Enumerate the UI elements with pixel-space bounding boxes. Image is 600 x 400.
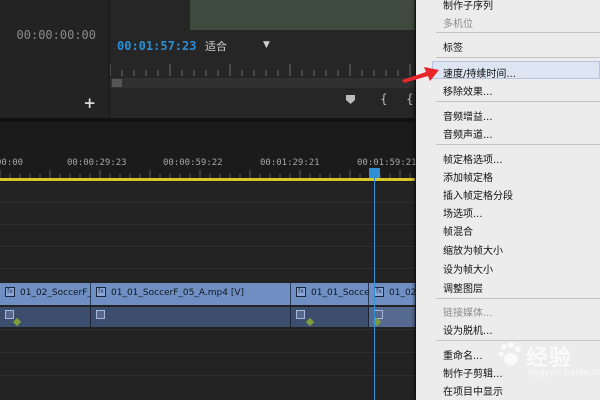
program-video-frame — [190, 0, 415, 30]
program-mini-ruler[interactable] — [110, 64, 415, 76]
add-button[interactable]: + — [83, 94, 96, 112]
menu-item-make-subsequence[interactable]: 制作子序列 — [443, 0, 493, 12]
menu-item-remove-effects[interactable]: 移除效果... — [443, 83, 493, 98]
program-monitor-panel: 00:01:57:23 适合 ▼ { { — [110, 0, 415, 118]
fit-dropdown[interactable]: 适合 ▼ — [205, 38, 273, 54]
keyframe-marker[interactable] — [305, 317, 315, 327]
video-clip[interactable]: fx 01_02_SoccerF_0 — [0, 283, 98, 305]
fx-icon — [5, 310, 14, 319]
clip-label: 01_01_Socce — [311, 288, 370, 298]
menu-item-link-media[interactable]: 链接媒体... — [443, 304, 493, 319]
audio-clip[interactable] — [91, 307, 291, 327]
keyframe-marker[interactable] — [12, 317, 22, 327]
menu-item-adjustment-layer[interactable]: 调整图层 — [443, 280, 483, 295]
menu-separator — [436, 57, 600, 58]
track-divider — [0, 352, 415, 353]
program-zoom-scrollbar[interactable] — [110, 78, 415, 88]
menu-item-audio-gain[interactable]: 音频增益... — [443, 108, 493, 123]
menu-item-rename[interactable]: 重命名... — [443, 347, 483, 362]
menu-item-label[interactable]: 标签 — [443, 39, 463, 54]
audio-clip[interactable] — [0, 307, 91, 327]
mark-out-button[interactable]: { — [406, 92, 414, 106]
track-divider — [0, 202, 415, 203]
video-clip[interactable]: fx 01_01_SoccerF_05_A.mp4 [V] — [91, 283, 291, 305]
menu-item-scale-to-frame-size[interactable]: 缩放为帧大小 — [443, 242, 503, 257]
track-divider — [0, 268, 415, 269]
work-area-bar[interactable] — [0, 178, 415, 181]
watermark-subtext: jingyan.baidu.com — [528, 368, 600, 378]
audio-clip[interactable] — [369, 307, 416, 327]
red-arrow-icon — [402, 67, 439, 83]
clip-label: 01_02 — [389, 288, 417, 298]
ruler-timecode: 00:00:29:23 — [67, 158, 127, 168]
menu-item-make-offline[interactable]: 设为脱机... — [443, 322, 493, 337]
menu-item-field-options[interactable]: 场选项... — [443, 205, 483, 220]
menu-separator — [436, 144, 600, 145]
menu-item-frame-hold-options[interactable]: 帧定格选项... — [443, 151, 503, 166]
ruler-timecode: 00:00 — [0, 158, 24, 168]
audio-clip[interactable] — [291, 307, 369, 327]
timeline-ruler[interactable]: 00:00 00:00:29:23 00:00:59:22 00:01:29:2… — [0, 140, 417, 182]
watermark: 经验 jingyan.baidu.com — [496, 334, 600, 378]
ruler-ticks — [0, 170, 411, 178]
marker-icon[interactable] — [346, 94, 355, 107]
track-divider — [0, 224, 415, 225]
fx-icon: fx — [296, 287, 306, 297]
fx-icon: fx — [5, 287, 15, 297]
menu-item-set-to-frame-size[interactable]: 设为帧大小 — [443, 261, 493, 276]
clip-label: 01_01_SoccerF_05_A.mp4 [V] — [111, 288, 244, 298]
menu-item-make-subclip[interactable]: 制作子剪辑... — [443, 365, 503, 380]
fx-icon: fx — [374, 287, 384, 297]
menu-item-frame-blend[interactable]: 帧混合 — [443, 223, 473, 238]
menu-item-multicam[interactable]: 多机位 — [443, 15, 473, 30]
ruler-timecode: 00:00:59:22 — [163, 158, 223, 168]
menu-item-add-frame-hold[interactable]: 添加帧定格 — [443, 169, 493, 184]
ruler-timecode: 00:01:59:21 — [357, 158, 417, 168]
fx-icon — [296, 310, 305, 319]
menu-item-reveal-in-project[interactable]: 在项目中显示 — [443, 383, 503, 398]
mark-in-button[interactable]: { — [380, 92, 388, 106]
menu-separator — [436, 101, 600, 102]
fit-dropdown-value: 适合 — [205, 40, 227, 53]
timeline-header — [0, 122, 415, 140]
chevron-down-icon: ▼ — [263, 40, 270, 50]
video-clip[interactable]: fx 01_02 — [369, 283, 416, 305]
paw-icon — [498, 342, 521, 365]
source-timecode: 00:00:00:00 — [16, 28, 96, 42]
menu-item-audio-channels[interactable]: 音频声道... — [443, 126, 493, 141]
clip-label: 01_02_SoccerF_0 — [20, 288, 98, 298]
video-clip[interactable]: fx 01_01_Socce — [291, 283, 370, 305]
track-divider — [0, 375, 415, 376]
program-timecode[interactable]: 00:01:57:23 — [117, 39, 196, 53]
fx-icon: fx — [96, 287, 106, 297]
playhead-line[interactable] — [374, 176, 375, 400]
track-divider — [0, 329, 415, 330]
hand-cursor-icon: ☝ — [477, 66, 485, 81]
menu-separator — [436, 32, 600, 33]
track-divider — [0, 246, 415, 247]
ruler-timecode: 00:01:29:21 — [260, 158, 320, 168]
source-monitor-panel: 00:00:00:00 + — [0, 0, 108, 118]
fx-icon — [96, 310, 105, 319]
menu-separator — [436, 298, 600, 299]
scrollbar-thumb[interactable] — [112, 79, 122, 87]
menu-item-insert-frame-hold-segment[interactable]: 插入帧定格分段 — [443, 187, 513, 202]
